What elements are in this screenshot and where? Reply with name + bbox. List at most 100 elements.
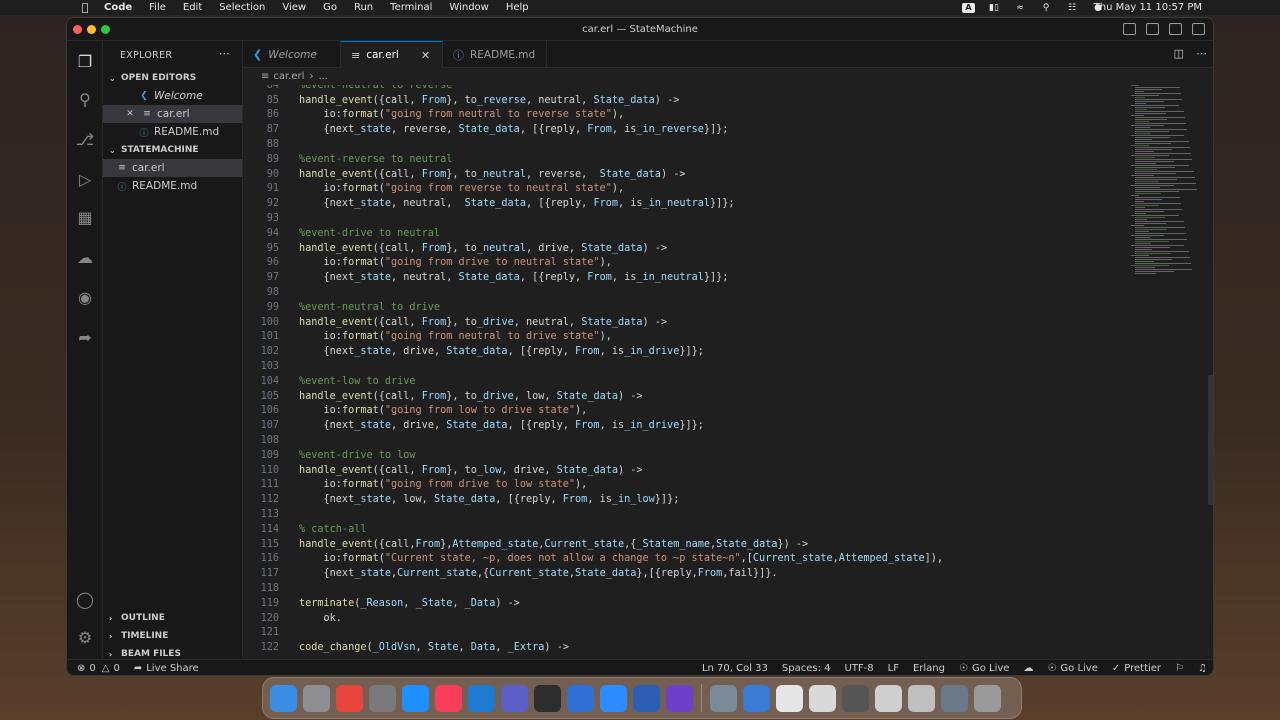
close-tab-icon[interactable]: ✕ (421, 49, 430, 62)
code-line[interactable]: 106 io:format("going from low to drive s… (243, 404, 1123, 419)
code-line[interactable]: 94 %event-drive to neutral (243, 226, 1123, 241)
dock-vscode-icon[interactable] (468, 684, 495, 712)
dock-document-icon[interactable] (809, 684, 836, 712)
open-editor-welcome[interactable]: ❮ Welcome (103, 87, 242, 105)
code-line[interactable]: 112 {next_state, low, State_data, [{repl… (243, 492, 1123, 507)
dock-window-preview-2-icon[interactable] (908, 684, 935, 712)
dock-terminal-icon[interactable] (534, 684, 561, 712)
dock-network-preview-icon[interactable] (941, 684, 968, 712)
dock-chrome-icon[interactable] (336, 684, 363, 712)
code-line[interactable]: 90 handle_event({call, From}, to_neutral,… (243, 167, 1123, 182)
code-line[interactable]: 84 %event-neutral to reverse (243, 85, 1123, 93)
prettier-button[interactable]: ✓ Prettier (1112, 660, 1161, 676)
code-line[interactable]: 115 handle_event({call,From},Attemped_sta… (243, 537, 1123, 552)
dock-screen-recording-icon[interactable] (842, 684, 869, 712)
dock-music-icon[interactable] (435, 684, 462, 712)
code-line[interactable]: 111 io:format("going from drive to low s… (243, 478, 1123, 493)
menu-window[interactable]: Window (449, 2, 488, 13)
code-line[interactable]: 93 (243, 211, 1123, 226)
code-line[interactable]: 117 {next_state,Current_state,{Current_s… (243, 566, 1123, 581)
settings-gear-icon[interactable]: ⚙ (75, 627, 95, 647)
toggle-secondary-sidebar-icon[interactable] (1169, 23, 1182, 35)
search-icon[interactable]: ⚲ (1039, 3, 1053, 13)
code-line[interactable]: 107 {next_state, drive, State_data, [{re… (243, 418, 1123, 433)
code-line[interactable]: 98 (243, 285, 1123, 300)
minimap[interactable] (1127, 85, 1207, 285)
control-center-icon[interactable]: ☷ (1065, 3, 1079, 13)
more-actions-icon[interactable]: ⋯ (1196, 47, 1207, 60)
code-line[interactable]: 91 io:format("going from reverse to neut… (243, 182, 1123, 197)
dock-preview-icon[interactable] (710, 684, 737, 712)
menu-go[interactable]: Go (323, 2, 337, 13)
scrollbar-thumb[interactable] (1208, 375, 1213, 505)
code-line[interactable]: 86 io:format("going from neutral to reve… (243, 108, 1123, 123)
file-car-erl[interactable]: ≡ car.erl (103, 159, 242, 177)
code-line[interactable]: 104 %event-low to drive (243, 374, 1123, 389)
open-editors-section[interactable]: ⌄ OPEN EDITORS (103, 69, 242, 87)
code-line[interactable]: 99 %event-neutral to drive (243, 300, 1123, 315)
breadcrumb-file[interactable]: car.erl (273, 71, 304, 82)
code-line[interactable]: 113 (243, 507, 1123, 522)
encoding[interactable]: UTF-8 (844, 660, 873, 676)
breadcrumb-rest[interactable]: ... (318, 71, 328, 82)
code-line[interactable]: 85 handle_event({call, From}, to_reverse,… (243, 93, 1123, 108)
notifications-bell-icon[interactable]: ♫ (1198, 660, 1207, 676)
menu-help[interactable]: Help (506, 2, 529, 13)
menu-edit[interactable]: Edit (183, 2, 202, 13)
go-live-button-2[interactable]: ☉ Go Live (1047, 660, 1097, 676)
dock-xcode-instruments-icon[interactable] (567, 684, 594, 712)
code-line[interactable]: 92 {next_state, neutral, State_data, [{r… (243, 196, 1123, 211)
tab-readme[interactable]: ⓘ README.md (443, 41, 547, 68)
code-line[interactable]: 108 (243, 433, 1123, 448)
code-line[interactable]: 122 code_change(_OldVsn, State, Data, _Ex… (243, 640, 1123, 655)
code-editor[interactable]: 84 %event-neutral to reverse 85 handle_even… (243, 85, 1123, 663)
code-line[interactable]: 102 {next_state, drive, State_data, [{re… (243, 344, 1123, 359)
end-of-line[interactable]: LF (888, 660, 899, 676)
timeline-section[interactable]: › TIMELINE (103, 627, 243, 645)
dock-zoom-icon[interactable] (600, 684, 627, 712)
menu-run[interactable]: Run (354, 2, 373, 13)
code-line[interactable]: 119 terminate(_Reason, _State, _Data) -> (243, 596, 1123, 611)
dock-trash-icon[interactable] (974, 684, 1001, 712)
menu-view[interactable]: View (282, 2, 306, 13)
code-line[interactable]: 96 io:format("going from drive to neutra… (243, 256, 1123, 271)
tab-welcome[interactable]: ❮ Welcome (243, 41, 341, 68)
search-icon[interactable]: ⚲ (75, 89, 95, 109)
code-line[interactable]: 87 {next_state, reverse, State_data, [{r… (243, 122, 1123, 137)
code-line[interactable]: 101 io:format("going from neutral to dri… (243, 330, 1123, 345)
menu-terminal[interactable]: Terminal (390, 2, 432, 13)
dock-launchpad-icon[interactable] (303, 684, 330, 712)
tab-car-erl[interactable]: ≡ car.erl ✕ (341, 41, 443, 68)
menu-file[interactable]: File (149, 2, 166, 13)
dock-textedit-icon[interactable] (776, 684, 803, 712)
dock-github-desktop-icon[interactable] (666, 684, 693, 712)
toggle-panel-icon[interactable] (1146, 23, 1159, 35)
code-line[interactable]: 105 handle_event({call, From}, to_drive, … (243, 389, 1123, 404)
apple-icon[interactable]:  (78, 1, 92, 14)
dock-word-icon[interactable] (633, 684, 660, 712)
extensions-icon[interactable]: ▦ (75, 207, 95, 227)
language-mode[interactable]: Erlang (913, 660, 945, 676)
go-live-button[interactable]: ☉ Go Live (959, 660, 1009, 676)
more-actions-icon[interactable]: ⋯ (219, 47, 230, 60)
code-line[interactable]: 116 io:format("Current state, ~p, does n… (243, 552, 1123, 567)
dock-xcode-icon[interactable] (743, 684, 770, 712)
problems-indicator[interactable]: ⊗ 0 △ 0 (77, 660, 120, 676)
dock-system-settings-icon[interactable] (369, 684, 396, 712)
run-debug-icon[interactable]: ▷ (75, 169, 95, 189)
split-editor-icon[interactable]: ◫ (1174, 47, 1184, 60)
ports-icon[interactable]: ☁ (1023, 660, 1033, 676)
wifi-icon[interactable]: ≈ (1013, 3, 1027, 13)
editor-scrollbar[interactable] (1207, 85, 1213, 663)
dock-finder-icon[interactable] (270, 684, 297, 712)
accounts-icon[interactable]: ◯ (75, 589, 95, 609)
customize-layout-icon[interactable] (1192, 23, 1205, 35)
feedback-icon[interactable]: ⚐ (1175, 660, 1184, 676)
code-line[interactable]: 89 %event-reverse to neutral (243, 152, 1123, 167)
code-line[interactable]: 103 (243, 359, 1123, 374)
github-icon[interactable]: ◉ (75, 287, 95, 307)
code-line[interactable]: 109 %event-drive to low (243, 448, 1123, 463)
remote-explorer-icon[interactable]: ☁ (75, 247, 95, 267)
code-line[interactable]: 121 (243, 626, 1123, 641)
explorer-icon[interactable]: ❐ (75, 51, 95, 71)
